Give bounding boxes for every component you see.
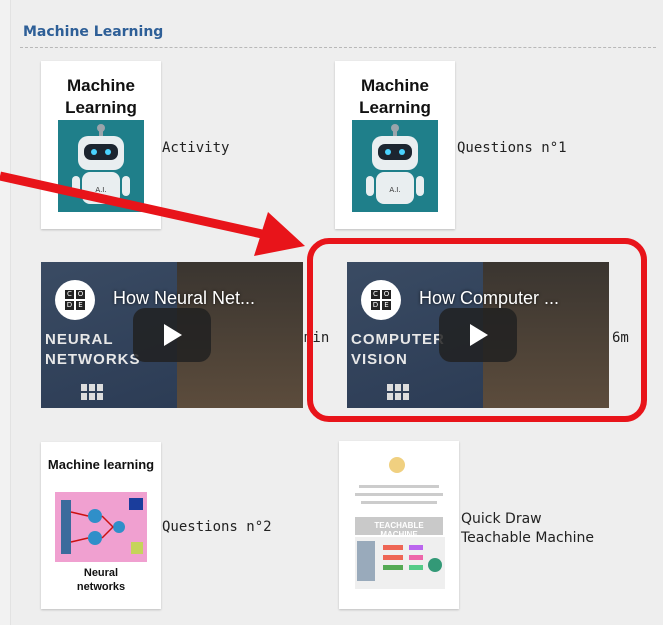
robot-caption: A.I. bbox=[389, 186, 400, 194]
red-arrow-icon bbox=[0, 171, 305, 256]
thumbnail-banner: TEACHABLE MACHINE bbox=[374, 521, 424, 539]
video-title: How Neural Net... bbox=[113, 288, 256, 308]
quick-draw-thumbnail[interactable]: TEACHABLE MACHINE bbox=[339, 441, 459, 609]
robot-icon: A.I. bbox=[352, 120, 438, 212]
thumbnail-title: Machine Learning bbox=[65, 76, 137, 117]
neural-network-diagram-icon bbox=[55, 492, 147, 562]
questions-2-thumbnail[interactable]: Machine learning Neural networks bbox=[41, 442, 161, 609]
quick-draw-link[interactable]: Quick Draw bbox=[461, 511, 542, 527]
video-side-text: NEURAL NETWORKS bbox=[45, 331, 141, 368]
thumbnail-title: Machine learning bbox=[47, 457, 155, 472]
video-neural-networks[interactable]: NEURAL NETWORKS C O D E How Neural Net..… bbox=[41, 262, 303, 408]
questions-1-thumbnail[interactable]: Machine Learning A.I. bbox=[335, 61, 455, 229]
highlight-box bbox=[307, 238, 647, 422]
code-corner-icon bbox=[81, 384, 103, 400]
section-divider bbox=[20, 47, 656, 48]
questions-2-link[interactable]: Questions n°2 bbox=[162, 519, 272, 535]
play-icon[interactable] bbox=[133, 308, 211, 362]
code-logo-icon: C O D E bbox=[55, 280, 95, 320]
thumbnail-title: Machine Learning bbox=[359, 76, 431, 117]
thumbnail-footer: Neural networks bbox=[76, 567, 126, 593]
teachable-machine-link[interactable]: Teachable Machine bbox=[461, 530, 594, 546]
questions-1-link[interactable]: Questions n°1 bbox=[457, 140, 567, 156]
section-title: Machine Learning bbox=[23, 24, 164, 40]
